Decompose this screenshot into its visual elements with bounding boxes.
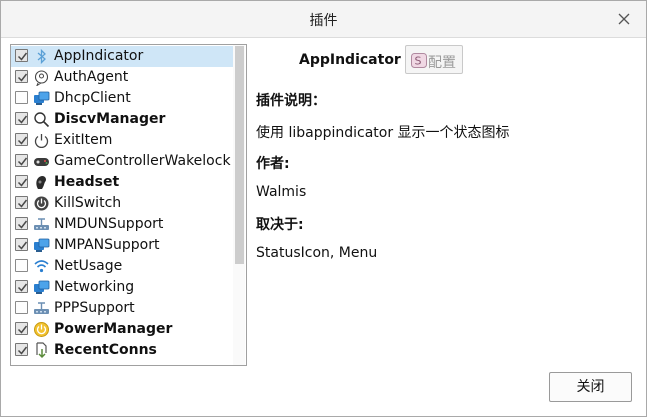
network-hub-icon bbox=[33, 216, 50, 233]
depends-text: StatusIcon, Menu bbox=[256, 245, 378, 261]
gamepad-icon bbox=[33, 153, 50, 170]
plugin-label: NMDUNSupport bbox=[54, 216, 164, 232]
plugin-label: RecentConns bbox=[54, 342, 157, 358]
plugin-label: AuthAgent bbox=[54, 69, 129, 85]
plugin-label: PPPSupport bbox=[54, 300, 135, 316]
svg-text:S: S bbox=[415, 55, 422, 68]
configure-button[interactable]: S 配置 bbox=[405, 45, 463, 74]
plugins-dialog: 插件 AppIndicator AuthAgent DhcpClient DiscvM… bbox=[0, 0, 647, 417]
plugin-label: KillSwitch bbox=[54, 195, 122, 211]
plugin-checkbox[interactable] bbox=[15, 70, 28, 83]
plugin-label: NMPANSupport bbox=[54, 237, 160, 253]
plugin-checkbox[interactable] bbox=[15, 238, 28, 251]
bluetooth-icon bbox=[33, 48, 50, 65]
network-hub-icon bbox=[33, 300, 50, 317]
plugin-label: Headset bbox=[54, 174, 120, 190]
magnifier-icon bbox=[33, 111, 50, 128]
plugin-row[interactable]: AppIndicator bbox=[11, 46, 233, 67]
plugin-row[interactable]: Networking bbox=[11, 277, 233, 298]
window-title: 插件 bbox=[309, 13, 338, 29]
power-manager-icon bbox=[33, 321, 50, 338]
checkmark-icon bbox=[17, 241, 28, 250]
plugin-checkbox[interactable] bbox=[15, 133, 28, 146]
checkmark-icon bbox=[17, 115, 28, 124]
plugin-checkbox[interactable] bbox=[15, 343, 28, 356]
checkmark-icon bbox=[17, 346, 28, 355]
close-window-button[interactable] bbox=[612, 7, 636, 31]
checkmark-icon bbox=[17, 136, 28, 145]
selected-plugin-name: AppIndicator bbox=[299, 52, 401, 68]
plugin-checkbox[interactable] bbox=[15, 49, 28, 62]
depends-heading: 取决于: bbox=[256, 217, 304, 233]
plugin-checkbox[interactable] bbox=[15, 259, 28, 272]
plugin-label: Networking bbox=[54, 279, 135, 295]
plugin-row[interactable]: AuthAgent bbox=[11, 67, 233, 88]
plugin-row[interactable]: RecentConns bbox=[11, 340, 233, 361]
plugin-row[interactable]: NMDUNSupport bbox=[11, 214, 233, 235]
plugin-label: NetUsage bbox=[54, 258, 123, 274]
power-icon bbox=[33, 132, 50, 149]
plugin-list[interactable]: AppIndicator AuthAgent DhcpClient DiscvMana… bbox=[10, 44, 247, 366]
checkmark-icon bbox=[17, 157, 28, 166]
plugin-checkbox[interactable] bbox=[15, 196, 28, 209]
configure-icon: S bbox=[411, 53, 427, 68]
author-heading: 作者: bbox=[256, 156, 290, 172]
description-heading: 插件说明： bbox=[256, 93, 326, 109]
plugin-label: DiscvManager bbox=[54, 111, 166, 127]
plugin-checkbox[interactable] bbox=[15, 301, 28, 314]
plugin-row[interactable]: NetUsage bbox=[11, 256, 233, 277]
close-icon bbox=[618, 13, 630, 25]
plugin-label: AppIndicator bbox=[54, 48, 144, 64]
plugin-row[interactable]: Headset bbox=[11, 172, 233, 193]
plugin-label: DhcpClient bbox=[54, 90, 131, 106]
plugin-checkbox[interactable] bbox=[15, 280, 28, 293]
plugin-row[interactable]: PowerManager bbox=[11, 319, 233, 340]
plugin-checkbox[interactable] bbox=[15, 112, 28, 125]
plugin-checkbox[interactable] bbox=[15, 154, 28, 167]
plugin-label: ExitItem bbox=[54, 132, 113, 148]
plugin-row[interactable]: ExitItem bbox=[11, 130, 233, 151]
plugin-checkbox[interactable] bbox=[15, 217, 28, 230]
network-computers-icon bbox=[33, 237, 50, 254]
plugin-row[interactable]: DiscvManager bbox=[11, 109, 233, 130]
checkmark-icon bbox=[17, 325, 28, 334]
description-text: 使用 libappindicator 显示一个状态图标 bbox=[256, 125, 510, 141]
chat-bubble-icon bbox=[33, 69, 50, 86]
plugin-checkbox[interactable] bbox=[15, 322, 28, 335]
plugin-list-scrollbar[interactable] bbox=[233, 45, 245, 365]
network-computers-icon bbox=[33, 90, 50, 107]
author-text: Walmis bbox=[256, 184, 307, 200]
plugin-row[interactable]: DhcpClient bbox=[11, 88, 233, 109]
title-bar: 插件 bbox=[1, 1, 646, 38]
plugin-row[interactable]: NMPANSupport bbox=[11, 235, 233, 256]
kill-switch-icon bbox=[33, 195, 50, 212]
recent-connections-icon bbox=[33, 342, 50, 359]
scrollbar-thumb[interactable] bbox=[235, 46, 244, 264]
checkmark-icon bbox=[17, 52, 28, 61]
plugin-checkbox[interactable] bbox=[15, 91, 28, 104]
plugin-label: PowerManager bbox=[54, 321, 173, 337]
wifi-icon bbox=[33, 258, 50, 275]
configure-label: 配置 bbox=[428, 55, 456, 71]
plugin-row[interactable]: PPPSupport bbox=[11, 298, 233, 319]
headset-icon bbox=[33, 174, 50, 191]
checkmark-icon bbox=[17, 220, 28, 229]
checkmark-icon bbox=[17, 73, 28, 82]
close-button[interactable]: 关闭 bbox=[549, 372, 632, 402]
network-computers-icon bbox=[33, 279, 50, 296]
plugin-row[interactable]: GameControllerWakelock bbox=[11, 151, 233, 172]
checkmark-icon bbox=[17, 283, 28, 292]
checkmark-icon bbox=[17, 199, 28, 208]
plugin-checkbox[interactable] bbox=[15, 175, 28, 188]
plugin-label: GameControllerWakelock bbox=[54, 153, 231, 169]
checkmark-icon bbox=[17, 178, 28, 187]
plugin-row[interactable]: KillSwitch bbox=[11, 193, 233, 214]
